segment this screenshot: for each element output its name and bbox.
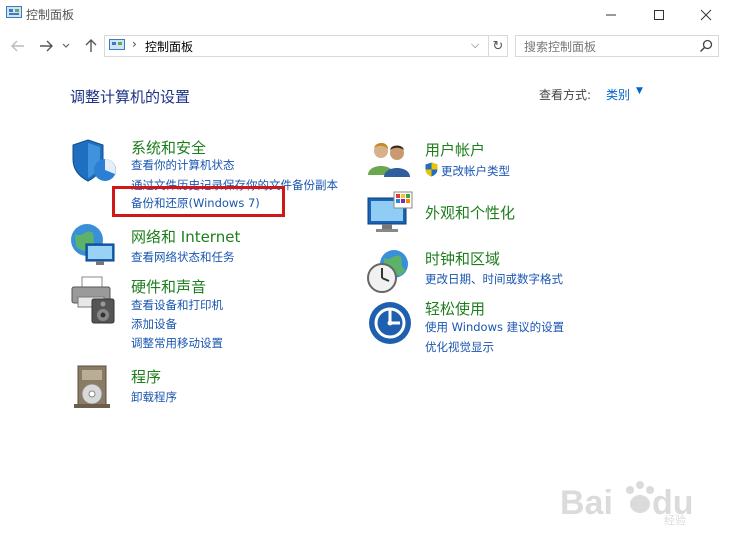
chevron-down-icon [62, 43, 70, 48]
refresh-icon: ↻ [492, 38, 504, 54]
category-title-ease-of-access[interactable]: 轻松使用 [425, 298, 485, 319]
maximize-button[interactable] [636, 0, 682, 30]
chevron-down-icon[interactable]: ▼ [636, 86, 643, 96]
title-bar: 控制面板 [0, 0, 729, 30]
back-arrow-icon [11, 40, 24, 52]
link-recommended-settings[interactable]: 使用 Windows 建议的设置 [425, 319, 564, 335]
category-title-system-security[interactable]: 系统和安全 [131, 137, 206, 158]
control-panel-icon [6, 6, 22, 18]
clock-globe-icon[interactable] [366, 248, 412, 294]
recent-locations-button[interactable] [60, 37, 72, 55]
programs-disc-icon[interactable] [72, 364, 116, 410]
page-title: 调整计算机的设置 [70, 88, 191, 106]
category-title-programs[interactable]: 程序 [131, 366, 161, 387]
link-add-device[interactable]: 添加设备 [131, 316, 177, 332]
forward-button[interactable] [36, 37, 56, 55]
maximize-icon [654, 10, 664, 20]
refresh-button[interactable]: ↻ [488, 36, 507, 56]
view-by-dropdown[interactable]: 类别 [606, 86, 630, 103]
minimize-button[interactable] [588, 0, 634, 30]
ease-of-access-icon[interactable] [367, 300, 413, 346]
svg-text:经验: 经验 [664, 513, 686, 526]
appearance-monitor-icon[interactable] [366, 190, 416, 236]
breadcrumb[interactable]: 控制面板 [145, 38, 193, 55]
close-button[interactable] [683, 0, 729, 30]
window-title: 控制面板 [26, 8, 75, 22]
link-mobility-settings[interactable]: 调整常用移动设置 [131, 335, 223, 351]
category-title-network[interactable]: 网络和 Internet [131, 226, 240, 247]
search-input[interactable]: 搜索控制面板 [515, 35, 719, 57]
link-devices-printers[interactable]: 查看设备和打印机 [131, 297, 223, 313]
search-icon[interactable] [698, 38, 714, 54]
printer-speaker-icon[interactable] [70, 275, 118, 325]
forward-arrow-icon [40, 40, 53, 52]
control-panel-icon [109, 39, 125, 50]
view-by-label: 查看方式: [539, 88, 592, 102]
category-title-user-accounts[interactable]: 用户帐户 [425, 139, 485, 160]
link-change-account-type[interactable]: 更改帐户类型 [441, 163, 510, 179]
link-optimize-visual-display[interactable]: 优化视觉显示 [425, 339, 494, 355]
network-globe-icon[interactable] [70, 222, 118, 268]
category-title-appearance[interactable]: 外观和个性化 [425, 202, 515, 223]
back-button[interactable] [8, 37, 28, 55]
baidu-watermark-logo: Bai du 经验 [560, 481, 694, 526]
address-dropdown-button[interactable]: ⌵ [471, 38, 479, 52]
up-button[interactable] [81, 37, 101, 55]
close-icon [700, 9, 712, 21]
category-title-hardware-sound[interactable]: 硬件和声音 [131, 276, 206, 297]
breadcrumb-chevron-icon[interactable]: › [132, 37, 137, 51]
minimize-icon [606, 14, 616, 16]
highlight-box [112, 186, 285, 217]
link-uninstall-program[interactable]: 卸载程序 [131, 389, 177, 405]
link-change-date-time[interactable]: 更改日期、时间或数字格式 [425, 271, 563, 287]
svg-text:Bai: Bai [560, 484, 613, 522]
link-view-computer-status[interactable]: 查看你的计算机状态 [131, 157, 235, 173]
users-icon[interactable] [366, 139, 414, 179]
up-arrow-icon [85, 39, 97, 52]
shield-icon[interactable] [70, 137, 118, 185]
uac-shield-icon [425, 162, 438, 177]
link-network-status[interactable]: 查看网络状态和任务 [131, 249, 235, 265]
category-title-clock-region[interactable]: 时钟和区域 [425, 248, 500, 269]
address-bar[interactable]: › 控制面板 ⌵ ↻ [104, 35, 508, 57]
search-placeholder: 搜索控制面板 [524, 40, 597, 54]
